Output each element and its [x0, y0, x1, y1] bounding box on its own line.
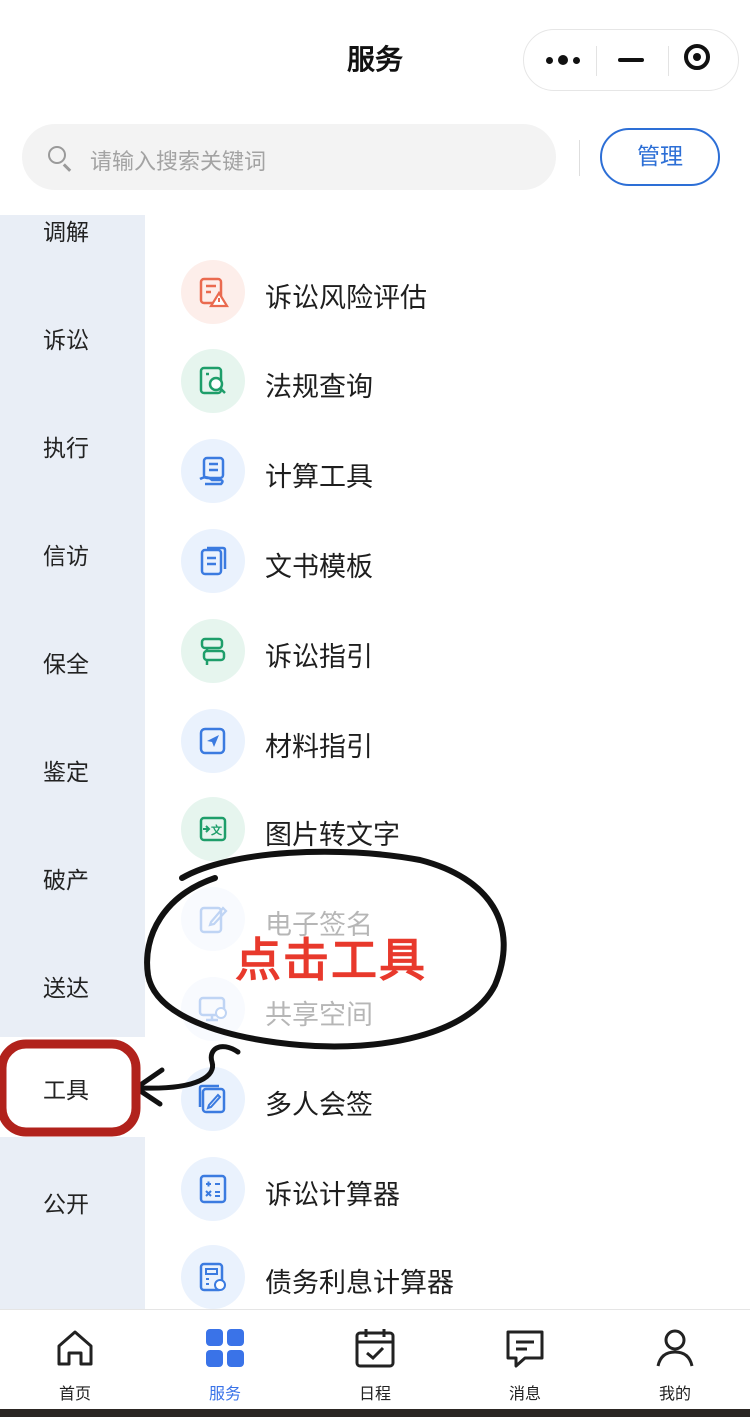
- grid-icon: [206, 1329, 244, 1367]
- search-placeholder: 请输入搜索关键词: [90, 150, 267, 175]
- tab-profile[interactable]: 我的: [600, 1310, 750, 1409]
- sidebar-item-label: 保全: [43, 652, 89, 678]
- svg-text:文: 文: [211, 823, 223, 837]
- sidebar-item-tools[interactable]: 工具: [0, 1037, 145, 1137]
- service-item[interactable]: 诉讼风险评估: [145, 252, 750, 332]
- signpost-icon: [181, 619, 245, 683]
- tab-schedule[interactable]: 日程: [300, 1310, 450, 1409]
- tab-label: 服务: [208, 1384, 241, 1403]
- annotation-text: 点击工具: [235, 933, 427, 987]
- sidebar-item-public[interactable]: 公开: [0, 1171, 145, 1231]
- service-item[interactable]: 文 图片转文字: [145, 789, 750, 869]
- user-icon: [656, 1329, 694, 1367]
- service-item[interactable]: 多人会签: [145, 1059, 750, 1139]
- search-icon: [48, 146, 66, 164]
- calculator-icon: [181, 1157, 245, 1221]
- service-label: 债务利息计算器: [265, 1268, 454, 1299]
- risk-assessment-icon: [181, 260, 245, 324]
- mini-program-capsule: [523, 29, 739, 91]
- tab-services[interactable]: 服务: [150, 1310, 300, 1409]
- service-label: 法规查询: [265, 372, 373, 403]
- service-label: 材料指引: [265, 732, 373, 763]
- sidebar-item-litigation[interactable]: 诉讼: [0, 307, 145, 367]
- message-icon: [506, 1330, 544, 1368]
- manage-button[interactable]: 管理: [600, 128, 720, 186]
- sidebar-item-label: 破产: [43, 868, 89, 894]
- more-button[interactable]: [524, 30, 596, 90]
- sidebar-item-label: 送达: [43, 976, 89, 1002]
- minimize-button[interactable]: [596, 30, 668, 90]
- image-to-text-icon: 文: [181, 797, 245, 861]
- template-document-icon: [181, 529, 245, 593]
- sidebar-item-label: 工具: [43, 1078, 89, 1104]
- sidebar-item-label: 公开: [43, 1192, 89, 1218]
- sidebar-item-mediation[interactable]: 调解: [0, 199, 145, 259]
- more-dots-icon: [546, 55, 580, 65]
- multi-sign-icon: [181, 1067, 245, 1131]
- divider: [579, 140, 580, 176]
- tab-home[interactable]: 首页: [0, 1310, 150, 1409]
- sidebar-item-bankruptcy[interactable]: 破产: [0, 847, 145, 907]
- sidebar-item-petition[interactable]: 信访: [0, 523, 145, 583]
- law-search-icon: [181, 349, 245, 413]
- service-label: 文书模板: [265, 552, 373, 583]
- service-label: 诉讼指引: [265, 642, 373, 673]
- service-label: 诉讼计算器: [265, 1180, 400, 1211]
- calculator-document-icon: [181, 439, 245, 503]
- app-screen: 服务 请输入搜索关键词 管理 调解 诉讼 执行 信访 保全 鉴定 破产 送达 工…: [0, 0, 750, 1409]
- interest-calculator-icon: [181, 1245, 245, 1309]
- sidebar-item-label: 鉴定: [43, 760, 89, 786]
- service-item[interactable]: 材料指引: [145, 701, 750, 781]
- title-bar: 服务: [0, 0, 750, 120]
- sidebar-item-label: 信访: [43, 544, 89, 570]
- service-label: 共享空间: [265, 1000, 373, 1031]
- minus-icon: [618, 58, 644, 62]
- sidebar-item-preservation[interactable]: 保全: [0, 631, 145, 691]
- sidebar-item-appraisal[interactable]: 鉴定: [0, 739, 145, 799]
- bottom-tab-bar: 首页 服务 日程 消息 我的: [0, 1309, 750, 1409]
- service-label: 多人会签: [265, 1090, 373, 1121]
- sidebar-item-label: 调解: [43, 220, 89, 246]
- service-label: 图片转文字: [265, 820, 400, 851]
- service-label: 诉讼风险评估: [265, 283, 427, 314]
- navigation-arrow-icon: [181, 709, 245, 773]
- sidebar-item-label: 诉讼: [43, 328, 89, 354]
- service-label: 计算工具: [265, 462, 373, 493]
- calendar-icon: [355, 1329, 395, 1368]
- tab-label: 我的: [658, 1384, 691, 1403]
- target-circle-icon: [684, 44, 710, 70]
- tab-messages[interactable]: 消息: [450, 1310, 600, 1409]
- search-input[interactable]: 请输入搜索关键词: [22, 124, 556, 190]
- service-list: 诉讼风险评估 法规查询 计算工具 文书模板 诉讼指引 材料指引 文 图片转文字 …: [145, 215, 750, 1309]
- close-miniprogram-button[interactable]: [668, 30, 740, 90]
- sidebar-item-label: 执行: [43, 436, 89, 462]
- service-item[interactable]: 文书模板: [145, 521, 750, 601]
- service-item[interactable]: 债务利息计算器: [145, 1237, 750, 1317]
- tab-label: 消息: [508, 1384, 541, 1403]
- service-item[interactable]: 法规查询: [145, 341, 750, 421]
- category-sidebar: 调解 诉讼 执行 信访 保全 鉴定 破产 送达 工具 公开: [0, 215, 145, 1309]
- tab-label: 首页: [58, 1384, 91, 1403]
- home-icon: [57, 1330, 93, 1366]
- service-item[interactable]: 诉讼指引: [145, 611, 750, 691]
- tab-label: 日程: [358, 1384, 391, 1403]
- sidebar-item-execution[interactable]: 执行: [0, 415, 145, 475]
- sidebar-item-delivery[interactable]: 送达: [0, 955, 145, 1015]
- service-item[interactable]: 计算工具: [145, 431, 750, 511]
- service-item[interactable]: 诉讼计算器: [145, 1149, 750, 1229]
